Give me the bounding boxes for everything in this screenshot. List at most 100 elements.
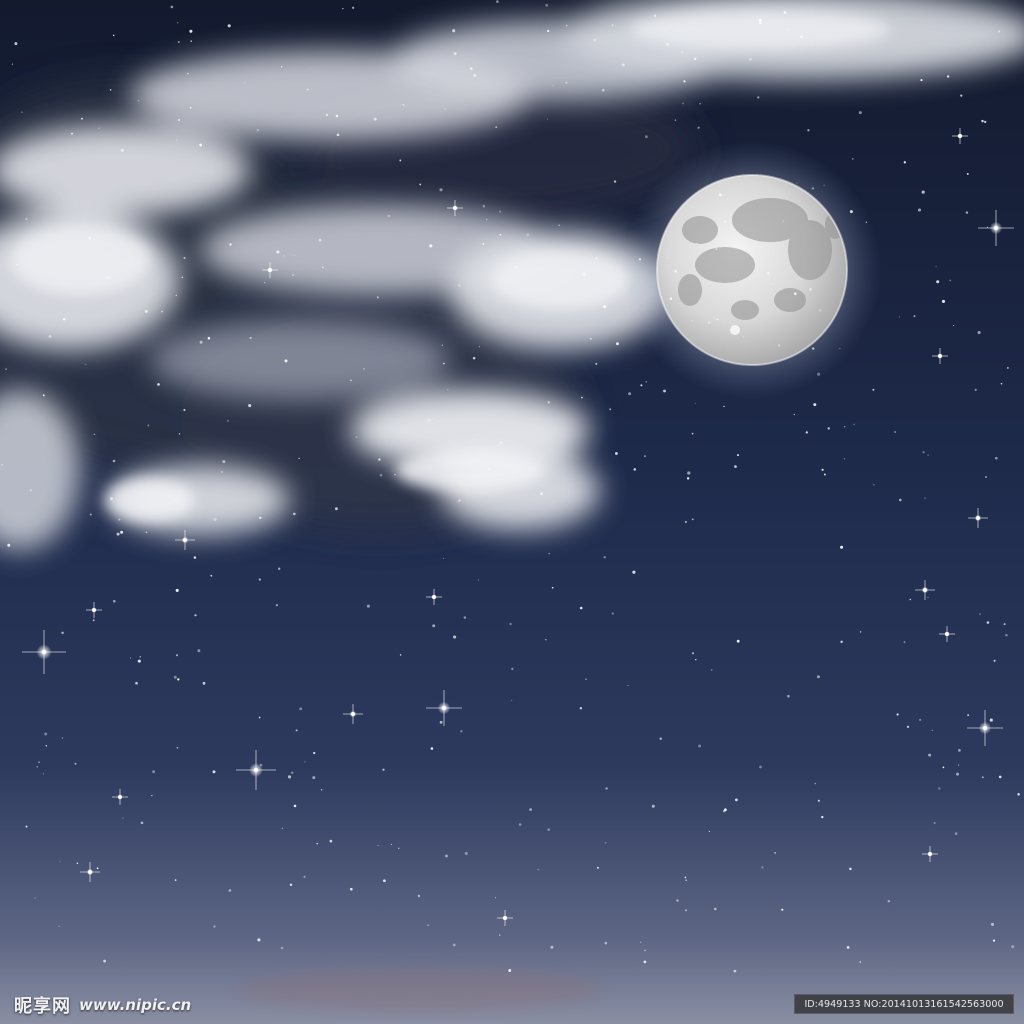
star: [511, 699, 513, 701]
star: [781, 289, 783, 291]
star: [694, 57, 697, 61]
star: [496, 0, 499, 3]
star: [452, 943, 456, 947]
star: [609, 408, 612, 411]
star: [350, 379, 352, 382]
star: [927, 596, 929, 598]
star: [29, 489, 32, 492]
star: [175, 654, 179, 657]
star: [499, 934, 501, 936]
star: [613, 180, 617, 183]
star: [281, 827, 283, 829]
star: [920, 79, 923, 82]
star: [447, 389, 449, 391]
star: [5, 368, 7, 371]
star: [176, 746, 179, 749]
star: [130, 657, 132, 659]
star: [827, 427, 830, 430]
star: [342, 7, 344, 10]
star: [299, 707, 303, 711]
star: [394, 473, 396, 476]
star: [193, 556, 197, 559]
star: [176, 139, 178, 141]
star: [913, 315, 916, 318]
star: [748, 57, 752, 61]
star: [320, 789, 323, 791]
star: [919, 718, 922, 721]
star: [178, 433, 181, 435]
star: [960, 94, 963, 97]
star: [565, 81, 568, 84]
star: [632, 570, 636, 574]
star: [993, 659, 996, 662]
star: [819, 309, 822, 312]
star: [135, 681, 138, 685]
star: [713, 907, 717, 911]
star: [616, 342, 619, 346]
star: [545, 3, 549, 7]
star: [611, 24, 614, 27]
star: [733, 969, 737, 973]
star: [526, 233, 530, 237]
star: [811, 187, 815, 190]
star: [898, 498, 902, 502]
star: [275, 604, 278, 607]
star: [603, 305, 607, 309]
star: [859, 961, 861, 963]
star: [121, 531, 123, 534]
star: [581, 396, 583, 399]
star: [44, 732, 48, 736]
star: [757, 96, 760, 99]
star: [383, 879, 386, 883]
star: [106, 276, 110, 280]
star: [707, 321, 711, 324]
star: [295, 729, 298, 732]
star: [399, 654, 402, 656]
star: [458, 499, 461, 502]
star: [974, 388, 977, 391]
star: [684, 876, 687, 879]
star: [183, 256, 186, 260]
star: [659, 737, 662, 740]
star: [796, 182, 798, 184]
star: [518, 823, 522, 826]
star: [170, 5, 174, 9]
star: [823, 184, 825, 186]
star: [595, 362, 598, 365]
star: [445, 854, 448, 858]
star: [221, 471, 223, 473]
star: [686, 477, 690, 480]
star: [840, 545, 844, 549]
star: [427, 418, 431, 422]
star: [865, 221, 868, 223]
star: [349, 887, 353, 891]
star: [540, 492, 543, 495]
star: [248, 404, 252, 408]
star: [1017, 793, 1020, 796]
star: [499, 441, 503, 444]
star: [293, 512, 296, 516]
star: [477, 579, 479, 581]
star: [994, 456, 998, 460]
star: [351, 6, 355, 9]
star: [222, 460, 226, 464]
star: [683, 80, 686, 83]
star: [453, 52, 457, 56]
star: [653, 14, 657, 18]
star: [595, 257, 598, 260]
star: [382, 768, 385, 771]
star: [552, 84, 554, 86]
star: [227, 24, 231, 28]
star: [189, 106, 192, 109]
star: [280, 66, 283, 68]
star: [329, 839, 333, 843]
watermark-url: www.nipic.cn: [79, 996, 192, 1014]
star: [921, 190, 925, 194]
star: [199, 143, 202, 147]
star: [954, 832, 958, 835]
star: [175, 588, 179, 592]
star: [998, 30, 1001, 33]
star: [817, 799, 820, 802]
star: [145, 531, 148, 534]
star: [257, 938, 261, 942]
